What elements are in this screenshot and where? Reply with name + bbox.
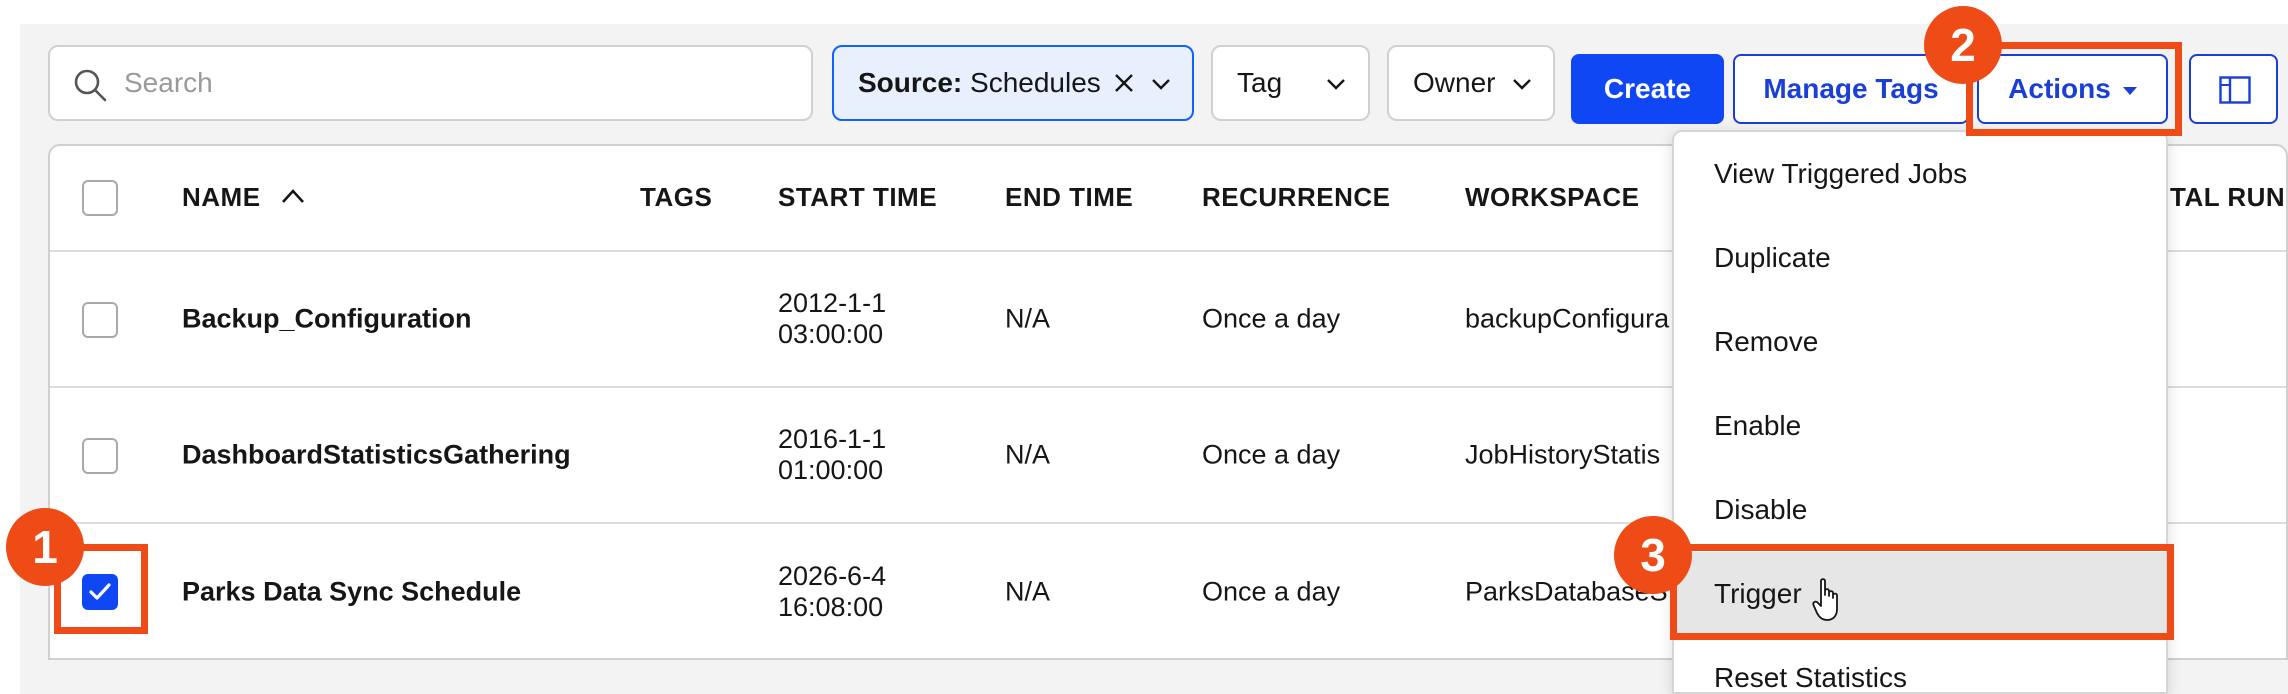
chevron-down-icon (1152, 79, 1170, 90)
column-header-name[interactable]: NAME (182, 182, 261, 213)
row-start-clock: 03:00:00 (778, 319, 884, 349)
source-filter[interactable]: Source: Schedules (832, 45, 1194, 121)
row-recurrence: Once a day (1202, 439, 1341, 470)
step-badge-1: 1 (6, 508, 84, 586)
owner-filter-label: Owner (1413, 67, 1496, 98)
column-header-tags: TAGS (640, 182, 713, 212)
row-checkbox[interactable] (82, 302, 118, 338)
row-start-date: 2016-1-1 (778, 424, 887, 454)
step-badge-3: 3 (1614, 516, 1692, 594)
columns-icon (2219, 76, 2251, 104)
tag-filter-label: Tag (1237, 67, 1283, 98)
tag-filter[interactable]: Tag (1211, 45, 1370, 121)
menu-item-disable[interactable]: Disable (1674, 468, 2166, 552)
search-icon (74, 69, 107, 102)
menu-item-reset-statistics[interactable]: Reset Statistics (1674, 636, 2166, 692)
search-input[interactable]: Search (48, 45, 813, 121)
row-name: Backup_Configuration (182, 303, 472, 334)
row-start-clock: 16:08:00 (778, 592, 884, 622)
row-end-time: N/A (1005, 439, 1051, 470)
column-settings-button[interactable] (2189, 54, 2278, 124)
row-start-clock: 01:00:00 (778, 455, 884, 485)
column-header-workspace: WORKSPACE (1465, 182, 1640, 212)
clear-filter-icon[interactable] (1114, 73, 1134, 93)
row-start-time: 2026-6-4 16:08:00 (778, 561, 886, 623)
row-end-time: N/A (1005, 303, 1051, 334)
row-name: DashboardStatisticsGathering (182, 439, 571, 470)
row-recurrence: Once a day (1202, 576, 1341, 607)
row-recurrence: Once a day (1202, 303, 1341, 334)
source-filter-value: Schedules (970, 67, 1101, 98)
menu-item-remove[interactable]: Remove (1674, 300, 2166, 384)
source-filter-label: Source: (858, 67, 963, 98)
create-button[interactable]: Create (1571, 54, 1724, 124)
row-workspace: backupConfigura (1465, 303, 1670, 334)
row-name: Parks Data Sync Schedule (182, 576, 522, 607)
sort-ascending-icon[interactable] (280, 186, 306, 206)
row-start-time: 2012-1-1 03:00:00 (778, 288, 886, 350)
menu-item-enable[interactable]: Enable (1674, 384, 2166, 468)
step-badge-2: 2 (1924, 6, 2002, 84)
chevron-down-icon (1327, 79, 1345, 90)
column-header-total-runs: TAL RUN (2170, 182, 2286, 212)
row-workspace: JobHistoryStatis (1465, 439, 1661, 470)
row-start-date: 2012-1-1 (778, 288, 887, 318)
row-end-time: N/A (1005, 576, 1051, 607)
row-checkbox[interactable] (82, 438, 118, 474)
owner-filter[interactable]: Owner (1387, 45, 1555, 121)
column-header-end-time: END TIME (1005, 182, 1134, 212)
column-header-start-time: START TIME (778, 182, 938, 212)
highlight-trigger-item (1670, 544, 2174, 640)
menu-item-duplicate[interactable]: Duplicate (1674, 216, 2166, 300)
search-placeholder: Search (124, 67, 213, 98)
menu-item-view-triggered-jobs[interactable]: View Triggered Jobs (1674, 132, 2166, 216)
chevron-down-icon (1513, 79, 1531, 90)
row-start-date: 2026-6-4 (778, 561, 887, 591)
column-header-recurrence: RECURRENCE (1202, 182, 1391, 212)
row-start-time: 2016-1-1 01:00:00 (778, 424, 886, 486)
select-all-checkbox[interactable] (82, 180, 118, 216)
